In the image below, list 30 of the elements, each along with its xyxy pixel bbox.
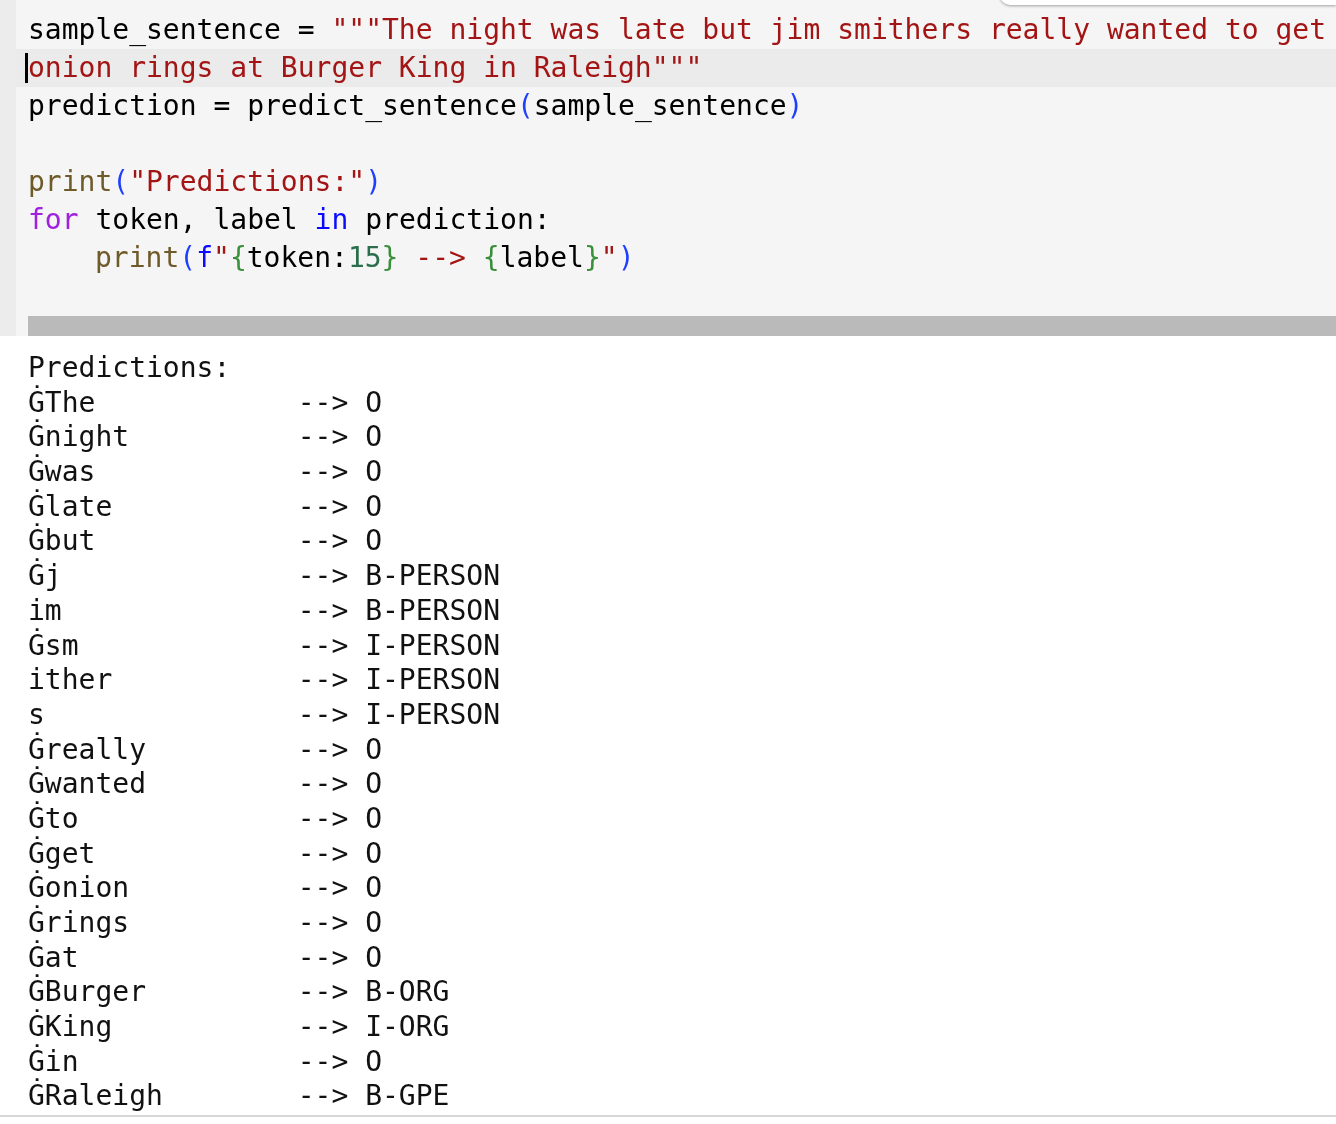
output-line: Ġto --> O: [28, 801, 382, 835]
code-line: prediction = predict_sentence(sample_sentence): [28, 89, 804, 122]
code-line: for token, label in prediction:: [28, 203, 551, 236]
output-line: Ġj --> B-PERSON: [28, 559, 500, 593]
output-line: ĠThe --> O: [28, 385, 382, 419]
output-line: Ġwanted --> O: [28, 767, 382, 801]
code-line: onion rings at Burger King in Raleigh""": [28, 51, 703, 84]
code-editor[interactable]: [16, 0, 1336, 316]
output-line: im --> B-PERSON: [28, 593, 500, 627]
output-line: Ġat --> O: [28, 940, 382, 974]
output-line: Ġget --> O: [28, 836, 382, 870]
text-cursor: [25, 53, 28, 83]
output-line: Ġin --> O: [28, 1044, 382, 1078]
output-line: ĠRaleigh --> B-GPE: [28, 1079, 450, 1113]
output-line: s --> I-PERSON: [28, 697, 500, 731]
output-line: ĠKing --> I-ORG: [28, 1010, 450, 1044]
output-line: Ġonion --> O: [28, 871, 382, 905]
code-line: sample_sentence = """The night was late but jim smithers really wanted to get: [28, 13, 1327, 46]
code-line: print("Predictions:"): [28, 165, 383, 198]
output-line: Ġsm --> I-PERSON: [28, 628, 500, 662]
output-line: ither --> I-PERSON: [28, 663, 500, 697]
output-line: Predictions:: [28, 351, 231, 384]
output-line: Ġreally --> O: [28, 732, 382, 766]
output-line: Ġrings --> O: [28, 906, 382, 939]
output-line: ĠBurger --> B-ORG: [28, 975, 450, 1009]
output-line: Ġlate --> O: [28, 489, 382, 523]
output-line: Ġbut --> O: [28, 524, 382, 558]
code-line: print(f"{token:15} --> {label}"): [95, 241, 635, 274]
output-line: Ġnight --> O: [28, 420, 382, 454]
output-line: Ġwas --> O: [28, 455, 382, 489]
